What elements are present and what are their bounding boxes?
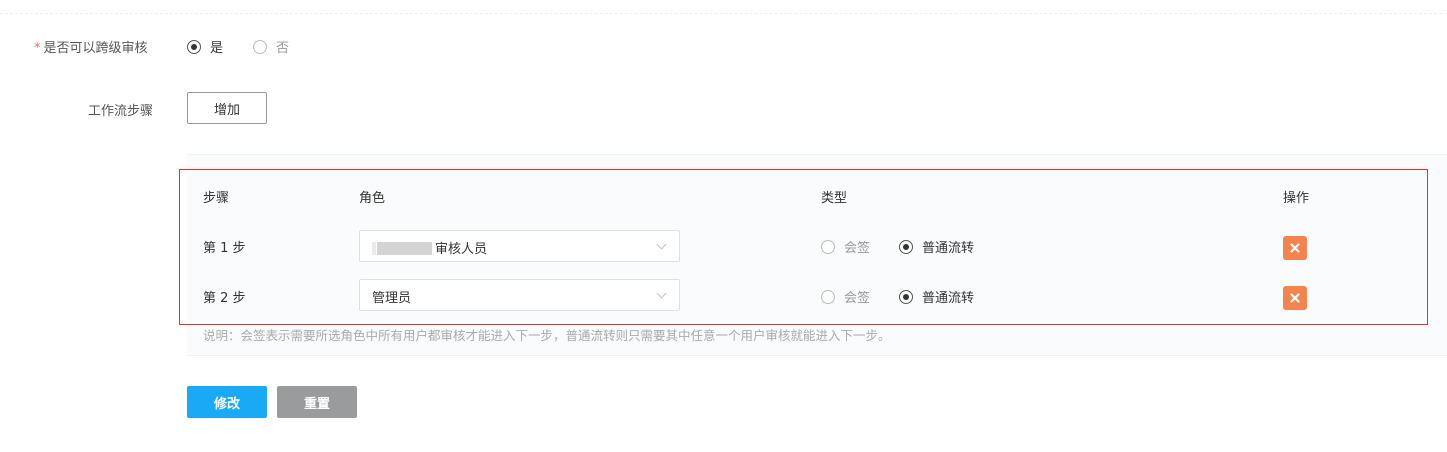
required-mark: * (34, 41, 41, 56)
radio-unchecked-icon[interactable] (821, 289, 835, 304)
step-2-countersign-label: 会签 (844, 291, 871, 306)
step-1-role-text: 审核人员 (435, 242, 488, 257)
step-1-type-normal[interactable]: 普通流转 (899, 237, 974, 256)
step-2-role-select[interactable]: 管理员 (359, 279, 680, 311)
cross-level-yes-label: 是 (210, 41, 224, 56)
header-step: 步骤 (203, 191, 230, 206)
step-2-label: 第 2 步 (203, 291, 246, 306)
step-1-role-select[interactable]: 审核人员 (359, 230, 680, 262)
reset-button[interactable]: 重置 (277, 386, 357, 418)
step-2-type-countersign[interactable]: 会签 (821, 287, 870, 306)
step-2-role-value: 管理员 (372, 291, 412, 306)
cross-level-yes-option[interactable]: 是 (187, 37, 223, 56)
radio-unchecked-icon[interactable] (253, 39, 268, 54)
step-2-type-group: 会签 普通流转 (821, 287, 974, 306)
close-icon (1290, 243, 1300, 253)
step-1-label: 第 1 步 (203, 241, 246, 256)
cross-level-label: * 是否可以跨级审核 (34, 37, 148, 56)
add-step-button[interactable]: 增加 (187, 92, 267, 124)
step-1-countersign-label: 会签 (844, 241, 871, 256)
cross-level-label-text: 是否可以跨级审核 (43, 41, 148, 56)
chevron-down-icon (656, 288, 667, 299)
redaction (372, 242, 376, 255)
step-1-role-value: 审核人员 (372, 238, 487, 257)
step-1-type-countersign[interactable]: 会签 (821, 237, 870, 256)
cross-level-radio-group: 是 否 (187, 37, 289, 56)
divider (0, 13, 1447, 14)
workflow-note: 说明：会签表示需要所选角色中所有用户都审核才能进入下一步，普通流转则只需要其中任… (203, 328, 891, 343)
step-2-type-normal[interactable]: 普通流转 (899, 287, 974, 306)
submit-button[interactable]: 修改 (187, 386, 267, 418)
close-icon (1290, 293, 1300, 303)
cross-level-no-option[interactable]: 否 (253, 37, 289, 56)
radio-checked-icon[interactable] (899, 289, 914, 304)
header-role: 角色 (359, 191, 386, 206)
workflow-steps-label: 工作流步骤 (88, 104, 154, 119)
step-2-normal-label: 普通流转 (922, 291, 975, 306)
radio-checked-icon[interactable] (187, 39, 201, 54)
radio-unchecked-icon[interactable] (821, 239, 835, 254)
header-action: 操作 (1283, 191, 1310, 206)
chevron-down-icon (656, 239, 667, 250)
radio-checked-icon[interactable] (899, 239, 914, 254)
cross-level-no-label: 否 (276, 41, 290, 56)
header-type: 类型 (821, 191, 848, 206)
step-1-type-group: 会签 普通流转 (821, 237, 974, 256)
step-1-delete-button[interactable] (1283, 236, 1307, 260)
redaction (377, 242, 432, 255)
step-2-delete-button[interactable] (1283, 286, 1307, 310)
step-1-normal-label: 普通流转 (922, 241, 975, 256)
